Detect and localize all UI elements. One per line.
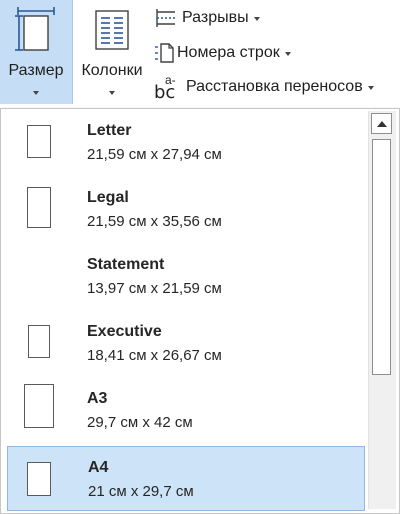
hyphenation-icon-text: bc — [154, 82, 176, 103]
chevron-up-icon — [377, 121, 387, 127]
hyphenation-icon: a- bc — [154, 73, 180, 103]
size-option-statement[interactable]: Statement 13,97 см x 21,59 см — [7, 243, 365, 308]
size-button[interactable]: Размер — [0, 0, 73, 104]
dropdown-scrollbar[interactable] — [368, 111, 396, 509]
page-icon — [24, 384, 54, 428]
chevron-down-icon — [253, 17, 260, 21]
page-icon — [27, 187, 51, 228]
size-option-dims: 18,41 см x 26,67 см — [87, 347, 222, 364]
size-option-a4[interactable]: A4 21 см x 29,7 см — [7, 446, 365, 511]
line-numbers-button[interactable]: Номера строк — [154, 40, 291, 66]
line-numbers-button-label: Номера строк — [177, 44, 280, 61]
breaks-button[interactable]: Разрывы — [154, 5, 260, 31]
size-option-a3[interactable]: A3 29,7 см x 42 см — [7, 377, 365, 442]
size-option-name: Legal — [87, 189, 129, 206]
columns-button-label: Колонки — [81, 62, 143, 79]
breaks-button-label: Разрывы — [182, 9, 249, 26]
size-option-name: A4 — [88, 459, 109, 476]
size-option-dims: 21 см x 29,7 см — [88, 483, 194, 500]
chevron-down-icon — [284, 52, 291, 56]
hyphenation-button[interactable]: a- bc Расстановка переносов — [154, 73, 374, 103]
breaks-icon — [156, 9, 175, 27]
hyphenation-button-label: Расстановка переносов — [186, 78, 363, 95]
size-option-executive[interactable]: Executive 18,41 см x 26,67 см — [7, 310, 365, 375]
size-option-name: Letter — [87, 122, 132, 139]
columns-button[interactable]: Колонки — [74, 0, 150, 104]
page-icon — [28, 325, 50, 358]
size-option-legal[interactable]: Legal 21,59 см x 35,56 см — [7, 176, 365, 241]
scroll-up-button[interactable] — [371, 113, 392, 134]
scroll-thumb[interactable] — [372, 139, 391, 375]
page-size-icon — [15, 7, 55, 51]
page-icon — [27, 462, 51, 496]
size-option-letter[interactable]: Letter 21,59 см x 27,94 см — [7, 109, 365, 174]
chevron-down-icon — [109, 91, 115, 95]
size-option-name: Executive — [87, 323, 162, 340]
chevron-down-icon — [33, 91, 39, 95]
size-option-dims: 29,7 см x 42 см — [87, 414, 193, 431]
size-button-label: Размер — [8, 62, 64, 79]
page-size-dropdown: Letter 21,59 см x 27,94 см Legal 21,59 с… — [0, 108, 400, 514]
chevron-down-icon — [367, 86, 374, 90]
page-icon — [27, 125, 51, 158]
columns-icon — [95, 10, 129, 50]
line-numbers-icon — [155, 43, 174, 63]
size-option-dims: 13,97 см x 21,59 см — [87, 280, 222, 297]
size-option-dims: 21,59 см x 35,56 см — [87, 213, 222, 230]
size-option-dims: 21,59 см x 27,94 см — [87, 146, 222, 163]
size-option-name: Statement — [87, 256, 165, 273]
ribbon-page-setup-group: Размер Колонки Разрывы Номера строк a- b… — [0, 0, 400, 112]
size-option-name: A3 — [87, 390, 108, 407]
